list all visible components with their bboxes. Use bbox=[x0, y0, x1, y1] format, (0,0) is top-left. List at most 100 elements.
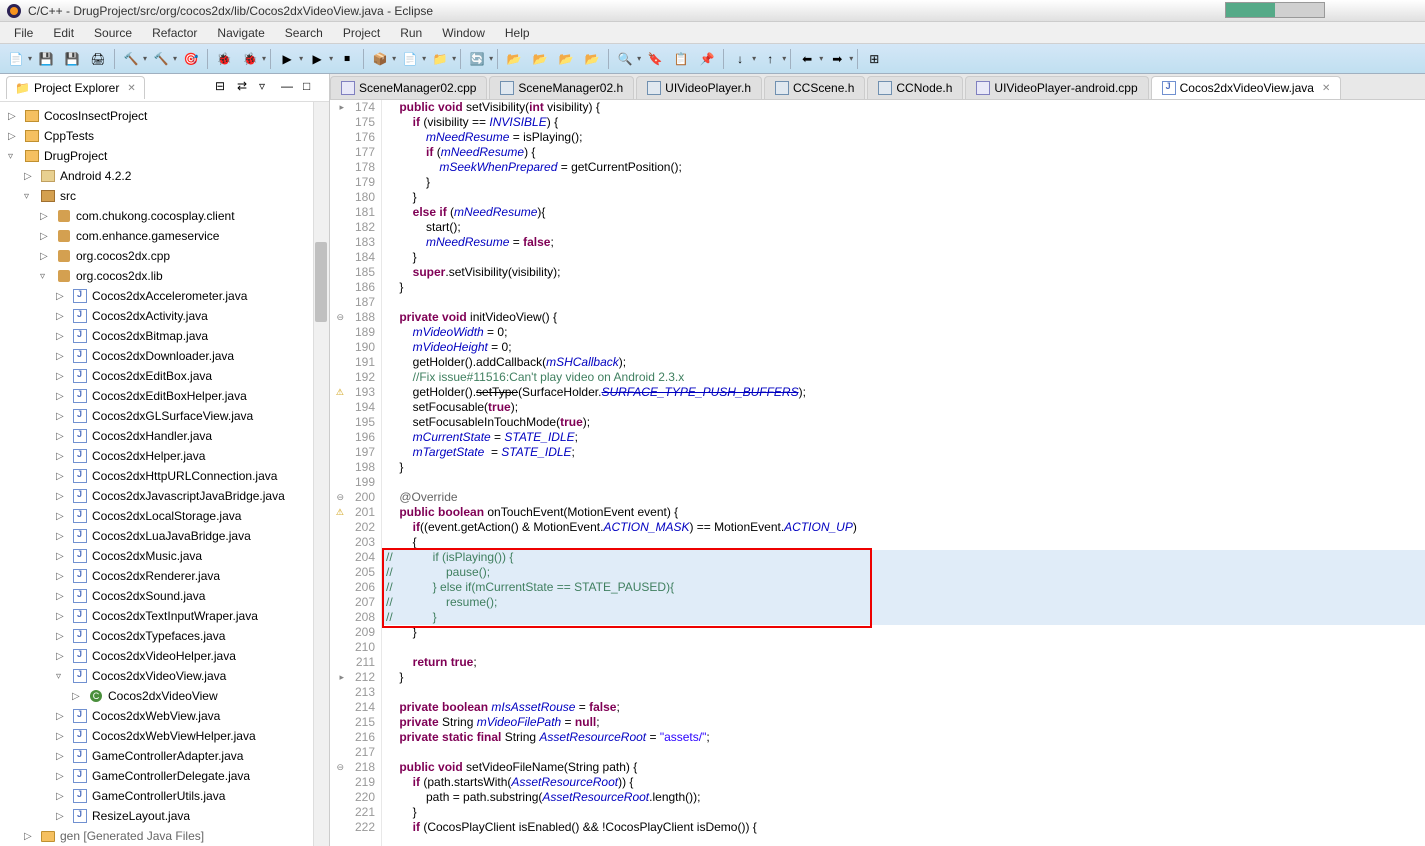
line-number[interactable]: 210 bbox=[330, 640, 375, 655]
line-number[interactable]: 191 bbox=[330, 355, 375, 370]
build-button[interactable]: 🔨 bbox=[119, 47, 143, 71]
line-number[interactable]: 196 bbox=[330, 430, 375, 445]
line-number[interactable]: 213 bbox=[330, 685, 375, 700]
close-icon[interactable]: ✕ bbox=[127, 83, 135, 94]
tree-node[interactable]: ▷Cocos2dxHelper.java bbox=[0, 446, 329, 466]
twisty-icon[interactable]: ▷ bbox=[56, 291, 68, 302]
line-number[interactable]: 215 bbox=[330, 715, 375, 730]
code-line[interactable]: else if (mNeedResume){ bbox=[382, 205, 1425, 220]
editor-tab[interactable]: CCNode.h bbox=[867, 76, 963, 99]
line-number[interactable]: 217 bbox=[330, 745, 375, 760]
line-number[interactable]: 203 bbox=[330, 535, 375, 550]
twisty-icon[interactable]: ▷ bbox=[40, 231, 52, 242]
code-line[interactable]: start(); bbox=[382, 220, 1425, 235]
toggle-mark-button[interactable]: 🔖 bbox=[643, 47, 667, 71]
line-number[interactable]: 214 bbox=[330, 700, 375, 715]
open-project-button[interactable]: 📂 bbox=[502, 47, 526, 71]
tree-node[interactable]: ▿Cocos2dxVideoView.java bbox=[0, 666, 329, 686]
code-line[interactable]: { bbox=[382, 535, 1425, 550]
line-number[interactable]: 176 bbox=[330, 130, 375, 145]
perspective-button[interactable]: ⊞ bbox=[862, 47, 886, 71]
twisty-icon[interactable]: ▷ bbox=[72, 691, 84, 702]
line-number[interactable]: 180 bbox=[330, 190, 375, 205]
code-line[interactable]: mVideoHeight = 0; bbox=[382, 340, 1425, 355]
new-folder-button[interactable]: 📁 bbox=[428, 47, 452, 71]
code-line[interactable]: } bbox=[382, 460, 1425, 475]
twisty-icon[interactable]: ▷ bbox=[56, 651, 68, 662]
tree-node[interactable]: ▷GameControllerAdapter.java bbox=[0, 746, 329, 766]
line-number[interactable]: 207 bbox=[330, 595, 375, 610]
open-type-button[interactable]: 📂 bbox=[528, 47, 552, 71]
code-line[interactable]: if((event.getAction() & MotionEvent.ACTI… bbox=[382, 520, 1425, 535]
editor-tab[interactable]: SceneManager02.cpp bbox=[330, 76, 487, 99]
line-number[interactable]: 220 bbox=[330, 790, 375, 805]
line-number[interactable]: 183 bbox=[330, 235, 375, 250]
forward-button[interactable]: ➡ bbox=[825, 47, 849, 71]
code-line[interactable]: if (visibility == INVISIBLE) { bbox=[382, 115, 1425, 130]
code-line[interactable]: if (path.startsWith(AssetResourceRoot)) … bbox=[382, 775, 1425, 790]
debug-menu-button[interactable]: 🐞 bbox=[212, 47, 236, 71]
tree-node[interactable]: ▷Cocos2dxJavascriptJavaBridge.java bbox=[0, 486, 329, 506]
tree-node[interactable]: ▷Cocos2dxEditBoxHelper.java bbox=[0, 386, 329, 406]
line-number[interactable]: 188⊖ bbox=[330, 310, 375, 325]
code-line[interactable]: // } else if(mCurrentState == STATE_PAUS… bbox=[382, 580, 1425, 595]
twisty-icon[interactable]: ▷ bbox=[56, 611, 68, 622]
line-number[interactable]: 208 bbox=[330, 610, 375, 625]
code-line[interactable]: } bbox=[382, 625, 1425, 640]
prev-annotation-button[interactable]: ↑ bbox=[758, 47, 782, 71]
code-line[interactable]: getHolder().setType(SurfaceHolder.SURFAC… bbox=[382, 385, 1425, 400]
code-line[interactable]: mSeekWhenPrepared = getCurrentPosition()… bbox=[382, 160, 1425, 175]
tree-node[interactable]: ▷Cocos2dxActivity.java bbox=[0, 306, 329, 326]
code-line[interactable]: private boolean mIsAssetRouse = false; bbox=[382, 700, 1425, 715]
code-line[interactable]: @Override bbox=[382, 490, 1425, 505]
code-line[interactable] bbox=[382, 640, 1425, 655]
run-button[interactable]: ▶ bbox=[275, 47, 299, 71]
twisty-icon[interactable]: ▷ bbox=[40, 251, 52, 262]
tree-node[interactable]: ▷Android 4.2.2 bbox=[0, 166, 329, 186]
code-line[interactable]: public boolean onTouchEvent(MotionEvent … bbox=[382, 505, 1425, 520]
twisty-icon[interactable]: ▿ bbox=[8, 151, 20, 162]
code-line[interactable]: setFocusable(true); bbox=[382, 400, 1425, 415]
twisty-icon[interactable]: ▷ bbox=[56, 551, 68, 562]
line-number[interactable]: 212▸ bbox=[330, 670, 375, 685]
link-editor-icon[interactable]: ⇄ bbox=[237, 79, 255, 97]
tree-node[interactable]: ▷Cocos2dxMusic.java bbox=[0, 546, 329, 566]
line-number[interactable]: 181 bbox=[330, 205, 375, 220]
twisty-icon[interactable]: ▷ bbox=[56, 751, 68, 762]
line-number[interactable]: 190 bbox=[330, 340, 375, 355]
line-number[interactable]: 198 bbox=[330, 460, 375, 475]
line-number-gutter[interactable]: 174▸175176177178179180181182183184185186… bbox=[330, 100, 382, 846]
twisty-icon[interactable]: ▷ bbox=[56, 811, 68, 822]
line-number[interactable]: 209 bbox=[330, 625, 375, 640]
line-number[interactable]: 177 bbox=[330, 145, 375, 160]
twisty-icon[interactable]: ▷ bbox=[8, 111, 20, 122]
code-line[interactable]: if (mNeedResume) { bbox=[382, 145, 1425, 160]
code-editor[interactable]: 174▸175176177178179180181182183184185186… bbox=[330, 100, 1425, 846]
line-number[interactable]: 185 bbox=[330, 265, 375, 280]
editor-tab[interactable]: SceneManager02.h bbox=[489, 76, 634, 99]
code-line[interactable]: private String mVideoFilePath = null; bbox=[382, 715, 1425, 730]
twisty-icon[interactable]: ▷ bbox=[56, 331, 68, 342]
menu-source[interactable]: Source bbox=[84, 23, 142, 43]
line-number[interactable]: 179 bbox=[330, 175, 375, 190]
twisty-icon[interactable]: ▷ bbox=[56, 471, 68, 482]
twisty-icon[interactable]: ▷ bbox=[56, 391, 68, 402]
gutter-marker-icon[interactable]: ⊖ bbox=[332, 310, 344, 322]
collapse-all-icon[interactable]: ⊟ bbox=[215, 79, 233, 97]
twisty-icon[interactable]: ▷ bbox=[56, 791, 68, 802]
menu-search[interactable]: Search bbox=[275, 23, 333, 43]
tree-node[interactable]: ▿org.cocos2dx.lib bbox=[0, 266, 329, 286]
twisty-icon[interactable]: ▷ bbox=[24, 171, 36, 182]
twisty-icon[interactable]: ▷ bbox=[56, 631, 68, 642]
tree-node[interactable]: ▷gen [Generated Java Files] bbox=[0, 826, 329, 846]
tree-node[interactable]: ▿src bbox=[0, 186, 329, 206]
tree-node[interactable]: ▷GameControllerUtils.java bbox=[0, 786, 329, 806]
stop-button[interactable]: ⏹ bbox=[335, 47, 359, 71]
menu-help[interactable]: Help bbox=[495, 23, 540, 43]
line-number[interactable]: 201⚠ bbox=[330, 505, 375, 520]
code-line[interactable]: super.setVisibility(visibility); bbox=[382, 265, 1425, 280]
code-line[interactable]: public void setVisibility(int visibility… bbox=[382, 100, 1425, 115]
tree-node[interactable]: ▷Cocos2dxWebViewHelper.java bbox=[0, 726, 329, 746]
tree-node[interactable]: ▷Cocos2dxVideoHelper.java bbox=[0, 646, 329, 666]
code-line[interactable]: mCurrentState = STATE_IDLE; bbox=[382, 430, 1425, 445]
